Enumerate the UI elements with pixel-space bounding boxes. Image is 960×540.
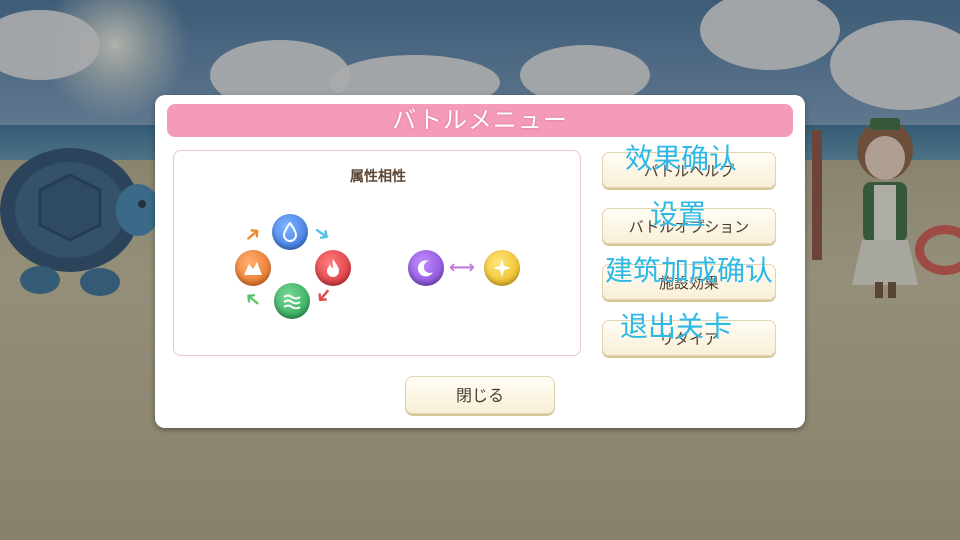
arrow-fire-to-wind-icon: ➜ xyxy=(309,281,339,311)
arrow-wind-to-earth-icon: ➜ xyxy=(238,285,267,315)
wind-element-icon xyxy=(274,283,310,319)
arrow-water-to-fire-icon: ➜ xyxy=(308,218,337,248)
light-element-icon xyxy=(484,250,520,286)
attribute-compatibility-panel: 属性相性 ➜ ➜ ➜ ➜ ⟷ xyxy=(173,150,581,356)
battle-menu-dialog: バトルメニュー 属性相性 ➜ ➜ ➜ ➜ ⟷ バトルヘルプ バトルオプション 施… xyxy=(155,95,805,428)
arrow-earth-to-water-icon: ➜ xyxy=(238,219,267,249)
battle-option-button[interactable]: バトルオプション xyxy=(602,208,776,244)
fire-element-icon xyxy=(315,250,351,286)
dialog-title: バトルメニュー xyxy=(167,104,793,137)
dark-light-mutual-arrow-icon: ⟷ xyxy=(449,257,475,278)
close-button[interactable]: 閉じる xyxy=(405,376,555,414)
earth-element-icon xyxy=(235,250,271,286)
water-element-icon xyxy=(272,214,308,250)
retire-button[interactable]: リタイア xyxy=(602,320,776,356)
facility-effect-button[interactable]: 施設効果 xyxy=(602,264,776,300)
dark-element-icon xyxy=(408,250,444,286)
battle-help-button[interactable]: バトルヘルプ xyxy=(602,152,776,188)
attribute-heading: 属性相性 xyxy=(350,169,406,185)
